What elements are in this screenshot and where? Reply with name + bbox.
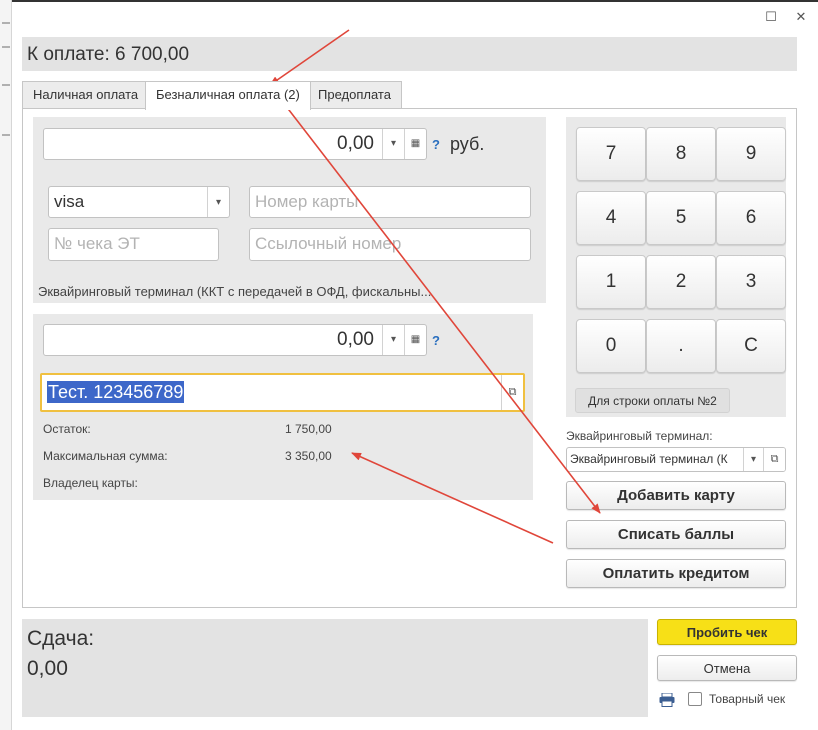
tab-cashless[interactable]: Безналичная оплата (2)	[145, 81, 311, 110]
keypad-key[interactable]: 5	[646, 191, 716, 245]
payment-2-amount-value: 0,00	[337, 329, 374, 350]
card-number-input[interactable]: Номер карты	[249, 186, 531, 218]
chevron-down-icon[interactable]: ▾	[743, 448, 763, 471]
keypad-row-label: Для строки оплаты №2	[575, 388, 730, 413]
change-label: Сдача:	[27, 627, 95, 650]
card-type-value: visa	[54, 192, 85, 211]
maximize-icon[interactable]: ☐	[762, 8, 780, 26]
tab-prepayment[interactable]: Предоплата	[307, 81, 402, 109]
close-icon[interactable]: ✕	[792, 8, 810, 26]
printer-icon[interactable]	[659, 693, 675, 707]
terminal-label: Эквайринговый терминал:	[566, 429, 713, 443]
chevron-down-icon[interactable]: ▾	[207, 187, 229, 217]
background-window-strip	[0, 0, 12, 730]
remainder-label: Остаток:	[43, 422, 91, 436]
keypad-key[interactable]: 8	[646, 127, 716, 181]
change-value: 0,00	[27, 657, 68, 680]
calculator-icon[interactable]: ▦	[404, 325, 426, 355]
receipt-number-input[interactable]: № чека ЭТ	[48, 228, 219, 261]
terminal-select-value: Эквайринговый терминал (К	[570, 452, 728, 466]
loyalty-card-value: Тест. 123456789	[47, 381, 185, 403]
payment-1-amount-value: 0,00	[337, 133, 374, 154]
dropdown-arrow-icon[interactable]: ▾	[382, 129, 404, 159]
payment-1-terminal-text: Эквайринговый терминал (ККТ с передачей …	[38, 284, 432, 299]
keypad-key[interactable]: 3	[716, 255, 786, 309]
remainder-value: 1 750,00	[285, 422, 332, 436]
write-off-points-button[interactable]: Списать баллы	[566, 520, 786, 549]
keypad-key[interactable]: 6	[716, 191, 786, 245]
payment-2-amount-input[interactable]: 0,00 ▾ ▦	[43, 324, 427, 356]
reference-number-input[interactable]: Ссылочный номер	[249, 228, 531, 261]
open-icon[interactable]: ⧉	[501, 375, 523, 410]
print-receipt-button[interactable]: Пробить чек	[657, 619, 797, 645]
add-card-button[interactable]: Добавить карту	[566, 481, 786, 510]
pay-credit-button[interactable]: Оплатить кредитом	[566, 559, 786, 588]
tab-cash[interactable]: Наличная оплата	[22, 81, 150, 109]
dropdown-arrow-icon[interactable]: ▾	[382, 325, 404, 355]
keypad-key[interactable]: 0	[576, 319, 646, 373]
card-type-select[interactable]: visa ▾	[48, 186, 230, 218]
amount-due-header: К оплате: 6 700,00	[22, 37, 797, 71]
terminal-select[interactable]: Эквайринговый терминал (К ▾ ⧉	[566, 447, 786, 472]
cancel-button[interactable]: Отмена	[657, 655, 797, 681]
keypad-key[interactable]: 9	[716, 127, 786, 181]
keypad-key[interactable]: .	[646, 319, 716, 373]
max-sum-value: 3 350,00	[285, 449, 332, 463]
calculator-icon[interactable]: ▦	[404, 129, 426, 159]
amount-due-title: К оплате: 6 700,00	[27, 44, 190, 65]
card-owner-label: Владелец карты:	[43, 476, 138, 490]
help-icon[interactable]: ?	[432, 333, 440, 348]
keypad-key[interactable]: 2	[646, 255, 716, 309]
keypad-key[interactable]: 1	[576, 255, 646, 309]
keypad-key[interactable]: 7	[576, 127, 646, 181]
open-icon[interactable]: ⧉	[763, 448, 785, 471]
keypad-key[interactable]: 4	[576, 191, 646, 245]
goods-receipt-label: Товарный чек	[709, 692, 786, 706]
window-top-border	[12, 0, 818, 2]
payment-1-amount-input[interactable]: 0,00 ▾ ▦	[43, 128, 427, 160]
currency-label: руб.	[450, 134, 485, 154]
loyalty-card-input[interactable]: Тест. 123456789 ⧉	[40, 373, 525, 412]
max-sum-label: Максимальная сумма:	[43, 449, 168, 463]
goods-receipt-checkbox[interactable]	[688, 692, 702, 706]
change-panel: Сдача: 0,00	[22, 619, 648, 717]
keypad-key[interactable]: C	[716, 319, 786, 373]
help-icon[interactable]: ?	[432, 137, 440, 152]
